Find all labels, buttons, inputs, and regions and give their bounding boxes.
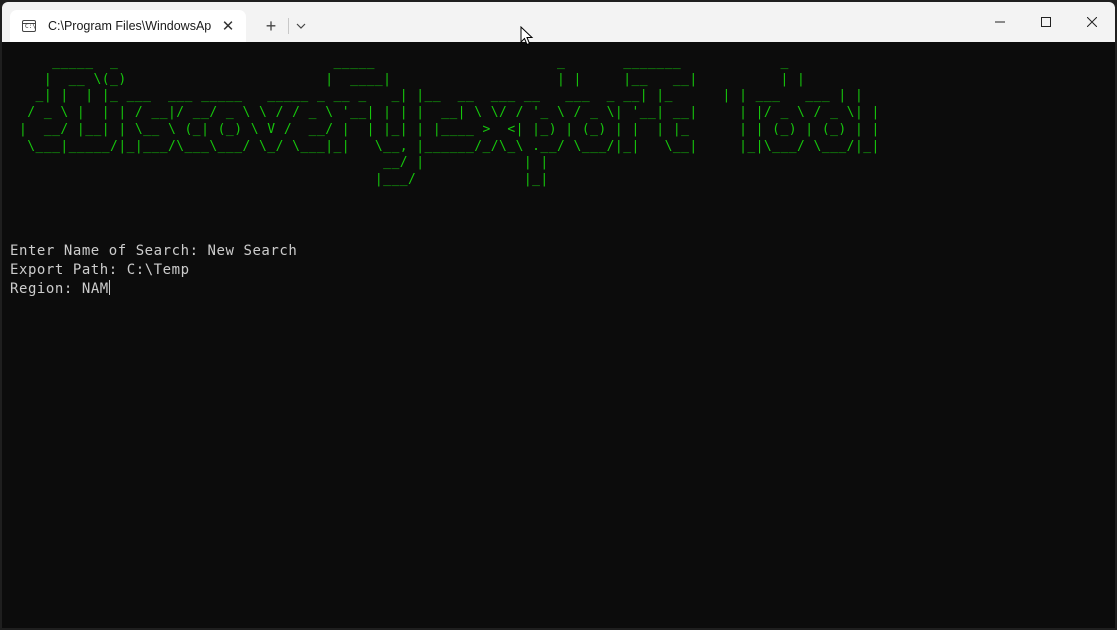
prompt-label: Enter Name of Search: [10, 243, 208, 259]
ascii-banner: _____ _ _____ _ _______ _ | __ \(_) | __… [19, 55, 880, 187]
prompt-value: C:\Temp [126, 262, 190, 278]
close-icon[interactable] [1069, 2, 1115, 42]
prompt-label: Export Path: [10, 262, 127, 278]
terminal-output[interactable]: _____ _ _____ _ _______ _ | __ \(_) | __… [2, 42, 1115, 628]
new-tab-button[interactable]: + [260, 15, 282, 37]
close-tab-icon[interactable]: ✕ [218, 16, 238, 36]
prompt-line-search-name: Enter Name of Search: New Search [10, 242, 297, 261]
tab-terminal[interactable]: C:\ C:\Program Files\WindowsAp ✕ [10, 10, 246, 42]
tab-title: C:\Program Files\WindowsAp [48, 19, 212, 33]
tab-divider [288, 18, 289, 34]
prompt-line-region[interactable]: Region: NAM [10, 280, 110, 299]
prompt-value: New Search [207, 243, 298, 259]
window-controls [977, 2, 1115, 42]
text-cursor [108, 280, 110, 295]
terminal-icon: C:\ [22, 20, 36, 32]
prompt-input[interactable]: NAM [82, 281, 109, 297]
title-bar[interactable]: C:\ C:\Program Files\WindowsAp ✕ + [2, 2, 1115, 42]
terminal-window: C:\ C:\Program Files\WindowsAp ✕ + _____… [2, 2, 1115, 628]
mouse-pointer-icon [520, 25, 534, 51]
prompt-label: Region: [10, 281, 82, 297]
chevron-down-icon[interactable] [292, 16, 310, 36]
prompt-line-export-path: Export Path: C:\Temp [10, 261, 190, 280]
minimize-icon[interactable] [977, 2, 1023, 42]
maximize-icon[interactable] [1023, 2, 1069, 42]
